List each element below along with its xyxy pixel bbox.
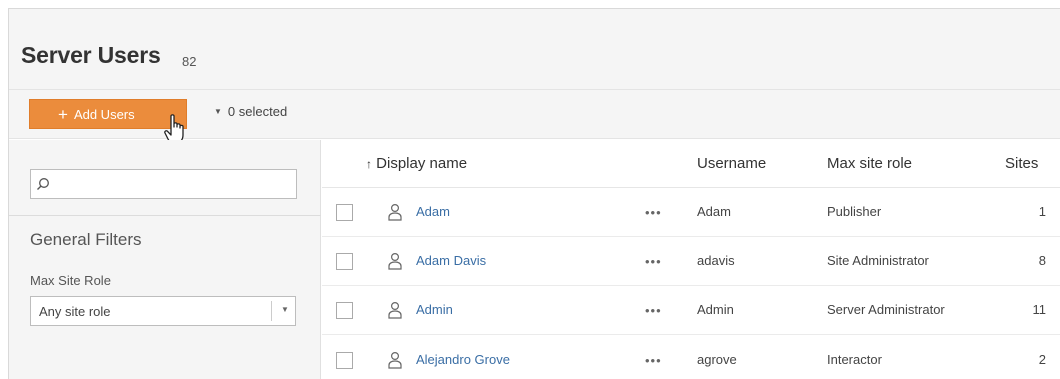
column-header-display-name[interactable]: ↑ Display name bbox=[366, 155, 467, 172]
selection-dropdown[interactable]: ▼ 0 selected bbox=[214, 104, 287, 119]
user-display-name-link[interactable]: Admin bbox=[416, 302, 453, 317]
username-cell: Admin bbox=[697, 302, 734, 317]
selected-count: 0 selected bbox=[227, 104, 288, 119]
username-cell: adavis bbox=[697, 253, 735, 268]
caret-down-icon: ▼ bbox=[214, 107, 222, 116]
column-header-sites[interactable]: Sites bbox=[1005, 155, 1038, 172]
row-divider bbox=[322, 285, 1060, 286]
sites-count-cell: 11 bbox=[1032, 302, 1047, 317]
row-actions-menu[interactable]: ••• bbox=[645, 303, 662, 318]
plus-icon: + bbox=[58, 104, 68, 124]
user-display-name-link[interactable]: Adam Davis bbox=[416, 253, 486, 268]
site-role-cell: Server Administrator bbox=[827, 302, 945, 317]
page-header bbox=[9, 9, 1060, 89]
user-display-name-link[interactable]: Adam bbox=[416, 204, 450, 219]
user-icon bbox=[388, 252, 402, 270]
search-field[interactable] bbox=[30, 169, 297, 199]
site-role-cell: Publisher bbox=[827, 204, 882, 219]
sites-count-cell: 2 bbox=[1038, 352, 1046, 367]
user-icon bbox=[388, 203, 402, 221]
username-cell: Adam bbox=[697, 204, 731, 219]
site-role-cell: Interactor bbox=[827, 352, 882, 367]
max-site-role-value: Any site role bbox=[39, 304, 111, 319]
row-actions-menu[interactable]: ••• bbox=[645, 205, 662, 220]
row-actions-menu[interactable]: ••• bbox=[645, 254, 662, 269]
max-site-role-select[interactable]: Any site role ▼ bbox=[30, 296, 296, 326]
sites-count-cell: 1 bbox=[1038, 204, 1046, 219]
column-header-username[interactable]: Username bbox=[697, 155, 766, 172]
site-role-cell: Site Administrator bbox=[827, 253, 929, 268]
row-divider bbox=[322, 334, 1060, 335]
user-icon bbox=[388, 301, 402, 319]
row-divider bbox=[322, 236, 1060, 237]
row-checkbox[interactable] bbox=[336, 253, 353, 270]
row-checkbox[interactable] bbox=[336, 352, 353, 369]
sort-ascending-icon: ↑ bbox=[366, 157, 372, 171]
table-header-divider bbox=[322, 187, 1060, 188]
row-checkbox[interactable] bbox=[336, 302, 353, 319]
max-site-role-label: Max Site Role bbox=[30, 273, 111, 288]
search-icon bbox=[37, 178, 49, 190]
user-display-name-link[interactable]: Alejandro Grove bbox=[416, 352, 510, 367]
chevron-down-icon: ▼ bbox=[281, 305, 289, 314]
sidebar-divider bbox=[9, 215, 321, 216]
general-filters-heading: General Filters bbox=[30, 230, 142, 249]
display-name-header-label: Display name bbox=[376, 155, 468, 172]
user-count: 82 bbox=[182, 54, 197, 69]
add-users-label: Add Users bbox=[73, 106, 135, 122]
username-cell: agrove bbox=[697, 352, 737, 367]
row-actions-menu[interactable]: ••• bbox=[645, 353, 662, 368]
select-separator bbox=[271, 301, 272, 321]
search-input[interactable] bbox=[55, 173, 290, 195]
user-icon bbox=[388, 351, 402, 369]
sites-count-cell: 8 bbox=[1038, 253, 1046, 268]
row-checkbox[interactable] bbox=[336, 204, 353, 221]
page-title: Server Users bbox=[21, 42, 161, 68]
column-header-max-site-role[interactable]: Max site role bbox=[827, 155, 912, 172]
